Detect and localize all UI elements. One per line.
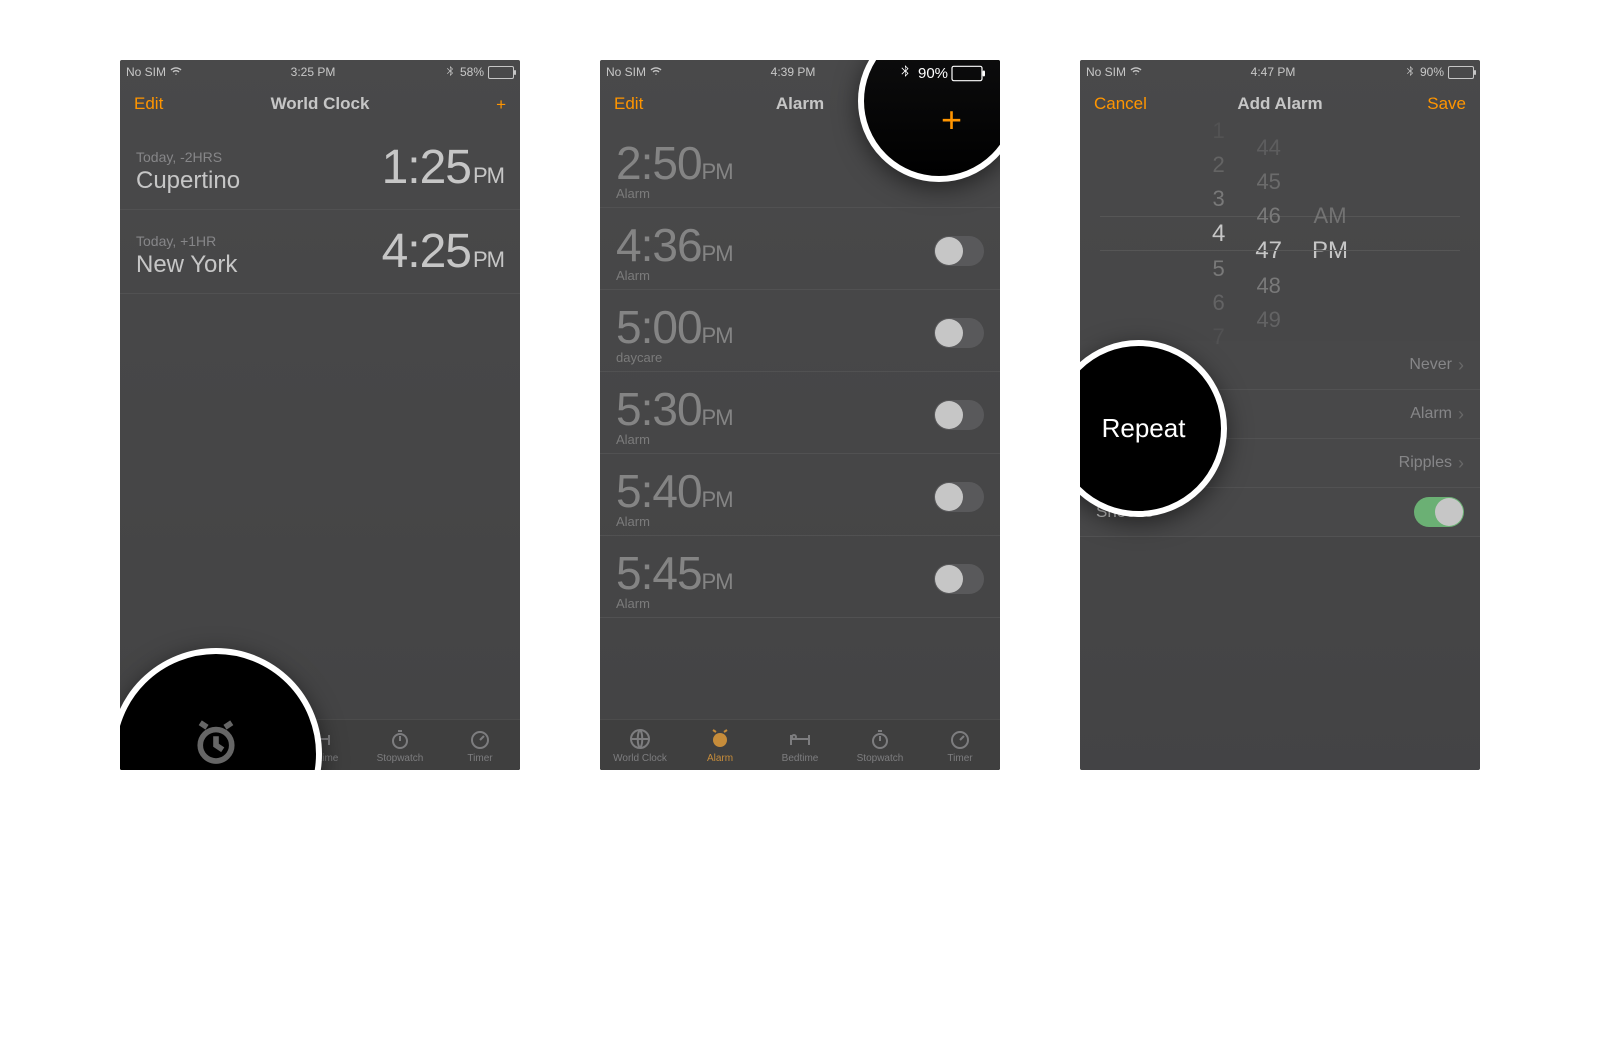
- setting-value: Ripples: [1399, 454, 1452, 472]
- alarm-icon: [708, 727, 732, 751]
- picker-ampm[interactable]: AM PM: [1312, 203, 1348, 265]
- timer-icon: [948, 727, 972, 751]
- bluetooth-icon: [898, 64, 912, 82]
- alarm-toggle[interactable]: [934, 400, 984, 430]
- city-time: 4:25PM: [382, 224, 504, 279]
- tab-label: World Clock: [613, 753, 667, 764]
- nav-bar: Edit World Clock +: [120, 82, 520, 126]
- nav-title: World Clock: [120, 94, 520, 114]
- world-clock-list: Today, -2HRS Cupertino 1:25PM Today, +1H…: [120, 126, 520, 719]
- carrier-text: No SIM: [126, 65, 166, 79]
- alarm-row[interactable]: 4:36PMAlarm: [600, 208, 1000, 290]
- screen-world-clock: No SIM 3:25 PM 58% Edit World Clock + To…: [120, 60, 520, 770]
- wifi-icon: [170, 65, 182, 80]
- plus-icon: +: [941, 102, 962, 138]
- bed-icon: [788, 727, 812, 751]
- alarm-row[interactable]: 5:45PMAlarm: [600, 536, 1000, 618]
- edit-button[interactable]: Edit: [614, 94, 643, 114]
- offset-text: Today, -2HRS: [136, 149, 240, 165]
- carrier-text: No SIM: [1086, 65, 1126, 79]
- picker-hours[interactable]: 1 2 3 4 5 6 7: [1212, 118, 1225, 350]
- battery-pct: 58%: [460, 65, 484, 79]
- save-button[interactable]: Save: [1427, 94, 1466, 114]
- globe-icon: [628, 727, 652, 751]
- world-clock-row[interactable]: Today, -2HRS Cupertino 1:25PM: [120, 126, 520, 210]
- wifi-icon: [650, 65, 662, 80]
- battery-icon: [951, 65, 982, 81]
- setting-value: Never: [1409, 356, 1452, 374]
- stopwatch-icon: [868, 727, 892, 751]
- tab-timer[interactable]: Timer: [440, 720, 520, 770]
- add-button[interactable]: +: [496, 96, 506, 113]
- tab-label: Bedtime: [782, 753, 819, 764]
- chevron-right-icon: ›: [1458, 453, 1464, 474]
- alarm-list[interactable]: 2:50PMAlarm 4:36PMAlarm 5:00PMdaycare 5:…: [600, 126, 1000, 719]
- battery-icon: [488, 66, 514, 79]
- bluetooth-icon: [1404, 65, 1416, 80]
- alarm-row[interactable]: 5:00PMdaycare: [600, 290, 1000, 372]
- status-bar: No SIM 4:47 PM 90%: [1080, 60, 1480, 82]
- battery-icon: [1448, 66, 1474, 79]
- screen-add-alarm: No SIM 4:47 PM 90% Cancel Add Alarm Save…: [1080, 60, 1480, 770]
- city-name: New York: [136, 251, 237, 279]
- picker-minutes[interactable]: 44 45 46 47 48 49: [1255, 135, 1282, 333]
- tab-bedtime[interactable]: Bedtime: [760, 720, 840, 770]
- timer-icon: [468, 727, 492, 751]
- chevron-right-icon: ›: [1458, 404, 1464, 425]
- alarm-row[interactable]: 5:30PMAlarm: [600, 372, 1000, 454]
- time-picker[interactable]: 1 2 3 4 5 6 7 44 45 46 47 48 49 AM PM: [1080, 126, 1480, 341]
- status-bar: No SIM 3:25 PM 58%: [120, 60, 520, 82]
- screen-alarm-list: No SIM 4:39 PM 90% Edit Alarm + 2:50PMAl…: [600, 60, 1000, 770]
- city-name: Cupertino: [136, 167, 240, 195]
- tab-alarm[interactable]: Alarm: [680, 720, 760, 770]
- tab-label: Stopwatch: [377, 753, 424, 764]
- nav-bar: Cancel Add Alarm Save: [1080, 82, 1480, 126]
- status-time: 4:39 PM: [771, 65, 816, 79]
- wifi-icon: [1130, 65, 1142, 80]
- snooze-toggle[interactable]: [1414, 497, 1464, 527]
- tab-timer[interactable]: Timer: [920, 720, 1000, 770]
- alarm-toggle[interactable]: [934, 236, 984, 266]
- tab-bar: World Clock Alarm Bedtime Stopwatch Time…: [600, 719, 1000, 770]
- tab-label: Timer: [467, 753, 492, 764]
- tab-label: Alarm: [707, 753, 733, 764]
- cancel-button[interactable]: Cancel: [1094, 94, 1147, 114]
- status-time: 4:47 PM: [1251, 65, 1296, 79]
- stopwatch-icon: [388, 727, 412, 751]
- callout-label: Repeat: [1102, 413, 1186, 444]
- tab-label: Stopwatch: [857, 753, 904, 764]
- carrier-text: No SIM: [606, 65, 646, 79]
- tab-stopwatch[interactable]: Stopwatch: [360, 720, 440, 770]
- setting-value: Alarm: [1410, 405, 1452, 423]
- offset-text: Today, +1HR: [136, 233, 237, 249]
- chevron-right-icon: ›: [1458, 355, 1464, 376]
- callout-battery-pct: 90%: [918, 65, 948, 82]
- status-time: 3:25 PM: [291, 65, 336, 79]
- city-time: 1:25PM: [382, 140, 504, 195]
- alarm-icon: [189, 716, 243, 770]
- battery-pct: 90%: [1420, 65, 1444, 79]
- edit-button[interactable]: Edit: [134, 94, 163, 114]
- world-clock-row[interactable]: Today, +1HR New York 4:25PM: [120, 210, 520, 294]
- alarm-row[interactable]: 5:40PMAlarm: [600, 454, 1000, 536]
- tab-stopwatch[interactable]: Stopwatch: [840, 720, 920, 770]
- bluetooth-icon: [444, 65, 456, 80]
- alarm-toggle[interactable]: [934, 482, 984, 512]
- alarm-toggle[interactable]: [934, 318, 984, 348]
- alarm-toggle[interactable]: [934, 564, 984, 594]
- tab-world-clock[interactable]: World Clock: [600, 720, 680, 770]
- tab-label: Timer: [947, 753, 972, 764]
